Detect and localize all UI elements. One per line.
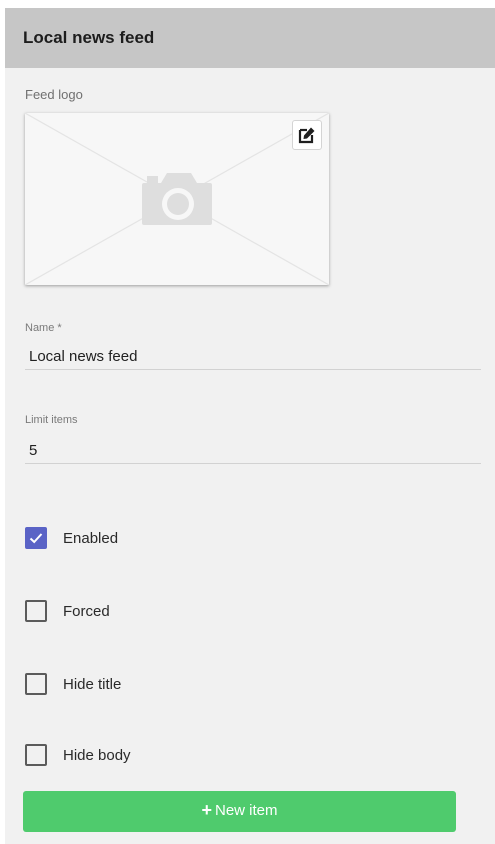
edit-logo-button[interactable] [292,120,322,150]
panel-header: Local news feed [5,8,495,68]
checkbox-label: Hide title [63,676,122,693]
checkmark-icon [29,533,43,544]
edit-icon [298,127,315,144]
feed-settings-panel: Local news feed Feed logo Name * Limit i… [5,8,495,844]
checkbox-label: Forced [63,603,110,620]
checkbox-unchecked[interactable] [25,600,47,622]
feed-logo-image[interactable] [25,113,329,285]
feed-logo-label: Feed logo [25,87,83,102]
limit-items-label: Limit items [25,414,78,426]
camera-icon [25,113,329,285]
new-item-label: New item [215,802,278,819]
checkbox-checked[interactable] [25,527,47,549]
checkbox-unchecked[interactable] [25,744,47,766]
name-field[interactable] [25,344,481,370]
page-title: Local news feed [23,28,155,47]
checkbox-unchecked[interactable] [25,673,47,695]
name-field-label: Name * [25,322,62,334]
new-item-button[interactable]: + New item [23,791,456,832]
limit-items-field[interactable] [25,438,481,464]
plus-icon: + [201,800,212,820]
checkbox-label: Enabled [63,530,119,547]
checkbox-label: Hide body [63,747,131,764]
